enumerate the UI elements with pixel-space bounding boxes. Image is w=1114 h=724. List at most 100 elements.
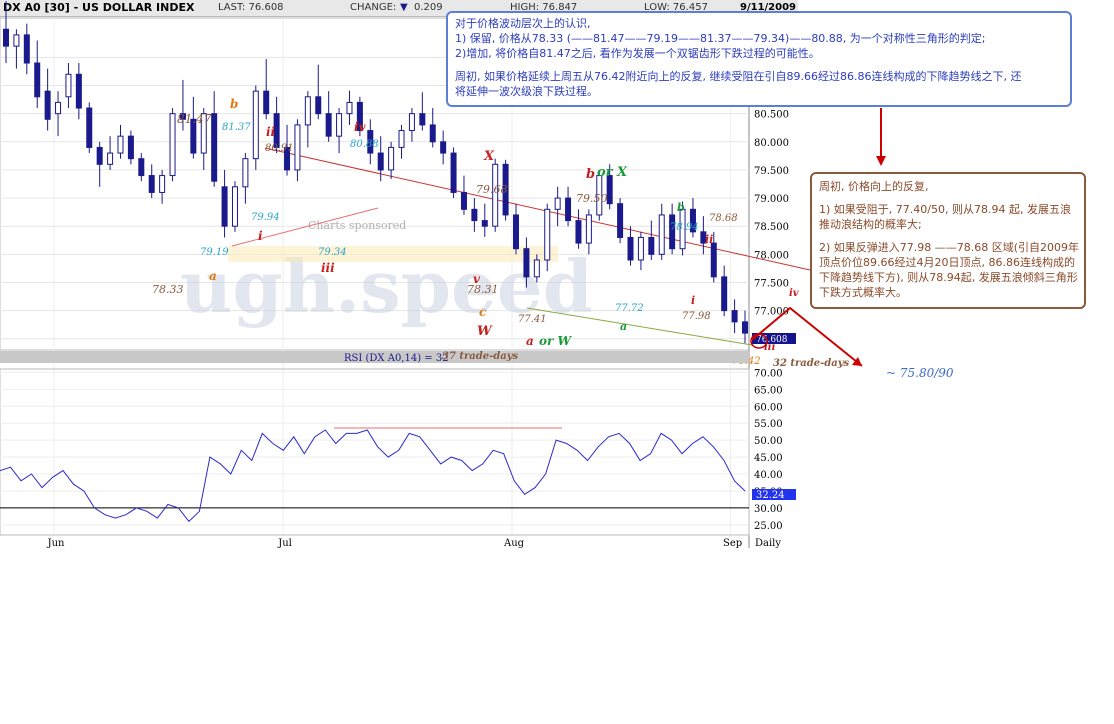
candle-body: [148, 175, 155, 193]
wave-label: a: [526, 334, 534, 348]
wave-label: 79.34: [318, 247, 347, 258]
wave-label: 81.47: [177, 112, 212, 126]
candle: [575, 209, 582, 249]
candle-body: [565, 197, 572, 222]
candle-body: [658, 214, 665, 255]
wave-label: 77.98: [682, 311, 711, 322]
candle-body: [55, 101, 62, 115]
candle-body: [648, 236, 655, 255]
note1-line4: 周初, 如果价格延续上周五从76.42附近向上的反复, 继续受阻在引自89.66…: [455, 70, 1022, 83]
candle-body: [169, 113, 176, 177]
wave-label: 80.88: [350, 139, 379, 150]
candle-body: [86, 107, 93, 148]
candle: [159, 169, 166, 204]
candle-body: [731, 310, 738, 323]
candle: [34, 40, 41, 109]
candle: [658, 203, 665, 260]
price-tick-label: 79.000: [754, 194, 789, 205]
candle: [75, 63, 82, 120]
candle: [315, 64, 322, 120]
candle: [440, 130, 447, 165]
candle-body: [96, 146, 103, 165]
candle-body: [742, 321, 748, 334]
candle-body: [107, 152, 114, 165]
candle-body: [429, 124, 436, 143]
wave-label: 79.68: [476, 183, 508, 196]
candle: [211, 91, 218, 187]
candle-body: [231, 186, 238, 227]
candle: [96, 141, 103, 187]
analysis-note-right: 周初, 价格向上的反复, 1) 如果受阻于, 77.40/50, 则从78.94…: [810, 172, 1086, 309]
price-tick-label: 80.000: [754, 138, 789, 149]
candle-body: [533, 259, 540, 278]
analysis-note-top: 对于价格波动层次上的认识, 1) 保留, 价格从78.33 (——81.47——…: [446, 11, 1072, 107]
wave-label: i: [691, 294, 695, 307]
candle-body: [627, 236, 634, 261]
candle-body: [554, 197, 561, 210]
candle-body: [65, 73, 72, 98]
wave-label: iv: [789, 288, 799, 299]
candle-body: [304, 96, 311, 126]
candle: [252, 85, 259, 170]
rsi-title: RSI (DX A0,14) = 32: [344, 353, 449, 364]
candle-body: [710, 242, 717, 278]
candle: [450, 147, 457, 199]
month-label: Jun: [47, 538, 65, 549]
price-tick-label: 79.500: [754, 166, 789, 177]
candle-body: [408, 113, 415, 132]
note1-line2: 1) 保留, 价格从78.33 (——81.47——79.19——81.37——…: [455, 32, 986, 45]
candle: [408, 108, 415, 142]
candle: [169, 108, 176, 182]
candle: [23, 23, 30, 75]
candle: [294, 119, 301, 182]
note1-line1: 对于价格波动层次上的认识,: [455, 17, 591, 30]
candle-body: [221, 186, 228, 227]
month-label: Sep: [723, 538, 742, 549]
candle-body: [523, 248, 530, 278]
candle-body: [127, 135, 134, 160]
price-value-text: 76.608: [756, 335, 788, 345]
wave-label: ii: [705, 233, 713, 246]
candle: [471, 198, 478, 232]
candle-body: [419, 113, 426, 126]
wave-label: ii: [266, 125, 276, 139]
candle: [554, 186, 561, 227]
candle: [44, 68, 51, 131]
wave-label: iii: [321, 261, 335, 275]
candle-body: [440, 141, 447, 154]
candle: [627, 226, 634, 266]
daily-label: Daily: [755, 538, 781, 549]
month-label: Aug: [503, 538, 525, 549]
note2-line2: 1) 如果受阻于, 77.40/50, 则从78.94 起, 发展五浪推动浪结构…: [819, 203, 1071, 231]
candle-body: [117, 135, 124, 154]
candle: [460, 175, 467, 215]
candle: [263, 59, 270, 120]
trade-days-left: 37 trade-days: [442, 351, 519, 362]
wave-label: i: [258, 229, 263, 243]
rsi-tick-label: 30.00: [754, 504, 783, 515]
candle: [565, 186, 572, 227]
price-tick-label: 78.500: [754, 222, 789, 233]
candle-body: [575, 220, 582, 244]
candle: [65, 63, 72, 109]
rsi-tick-label: 45.00: [754, 453, 783, 464]
candle: [481, 203, 488, 237]
month-label: Jul: [277, 538, 292, 549]
candle-body: [481, 220, 488, 227]
rsi-tick-label: 40.00: [754, 470, 783, 481]
wave-label: 79.94: [251, 212, 280, 223]
candle: [346, 90, 353, 125]
candle: [304, 91, 311, 148]
candle: [138, 153, 145, 182]
candle-body: [23, 34, 30, 64]
sponsor-text: Charts sponsored: [308, 219, 406, 232]
rsi-tick-label: 65.00: [754, 385, 783, 396]
wave-label: X: [483, 149, 495, 164]
price-tick-label: 80.500: [754, 110, 789, 121]
wave-label: 78.68: [709, 213, 738, 224]
note2-line3: 2) 如果反弹进入77.98 ——78.68 区域(引自2009年顶点价位89.…: [819, 241, 1080, 299]
wave-label: b: [677, 201, 685, 214]
rsi-tick-label: 70.00: [754, 368, 783, 379]
candle: [86, 102, 93, 154]
rsi-tick-label: 25.00: [754, 521, 783, 532]
